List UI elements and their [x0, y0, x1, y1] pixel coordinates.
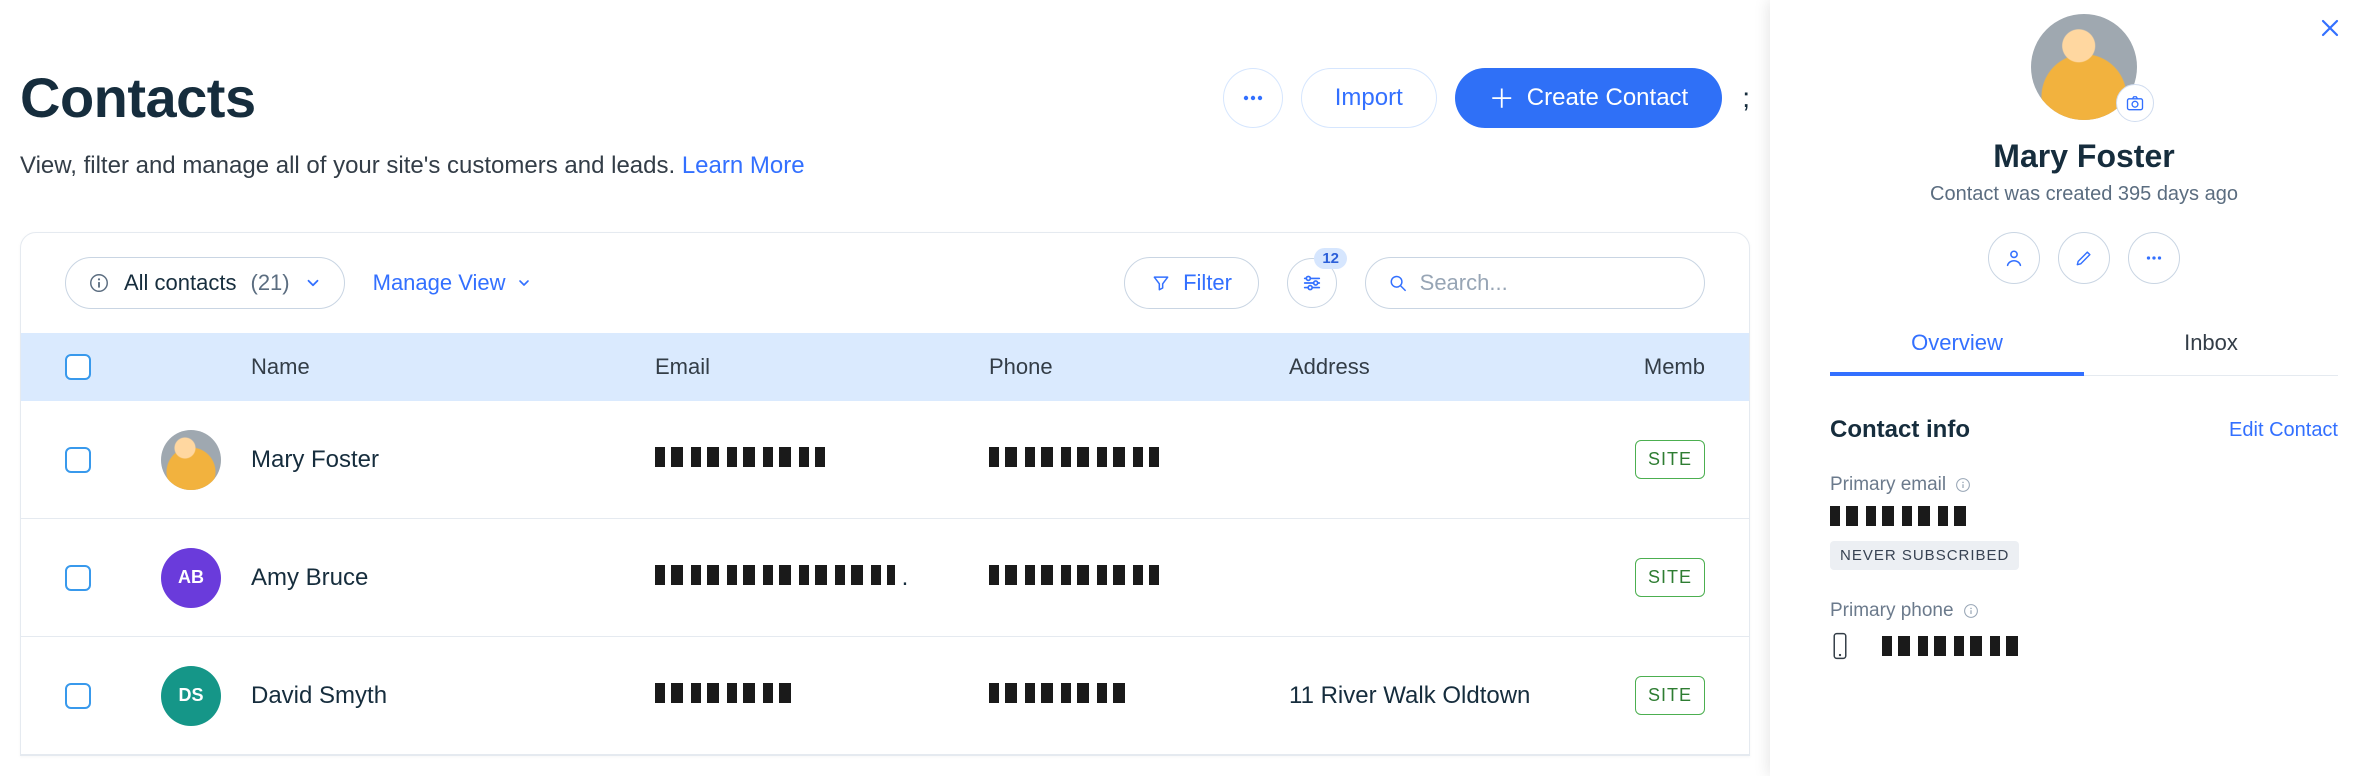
view-selector-label: All contacts — [124, 270, 237, 296]
create-contact-label: Create Contact — [1527, 84, 1688, 112]
person-icon — [2003, 247, 2025, 269]
row-checkbox[interactable] — [65, 683, 91, 709]
member-badge: SITE — [1635, 676, 1705, 715]
contact-address: 11 River Walk Oldtown — [1289, 682, 1619, 710]
primary-phone-label: Primary phone — [1830, 600, 2338, 622]
column-email[interactable]: Email — [655, 354, 989, 380]
search-box[interactable] — [1365, 257, 1705, 309]
panel-created-text: Contact was created 395 days ago — [1830, 183, 2338, 206]
panel-action-more[interactable] — [2128, 232, 2180, 284]
column-count-badge: 12 — [1314, 248, 1347, 269]
avatar: DS — [161, 666, 221, 726]
column-address[interactable]: Address — [1289, 354, 1619, 380]
row-checkbox[interactable] — [65, 565, 91, 591]
contact-email — [655, 682, 989, 710]
manage-view-link[interactable]: Manage View — [373, 270, 532, 296]
info-icon — [1954, 476, 1972, 494]
section-contact-info-title: Contact info — [1830, 416, 1970, 444]
ellipsis-icon — [1241, 86, 1265, 110]
view-selector[interactable]: All contacts (21) — [65, 257, 345, 309]
chevron-down-icon — [516, 275, 532, 291]
member-badge: SITE — [1635, 440, 1705, 479]
contact-phone — [989, 446, 1289, 474]
camera-icon — [2125, 93, 2145, 113]
chevron-down-icon — [304, 274, 322, 292]
search-icon — [1388, 272, 1408, 294]
funnel-icon — [1151, 273, 1171, 293]
contact-detail-panel: Mary Foster Contact was created 395 days… — [1770, 0, 2368, 776]
plus-icon: ＋ — [1489, 79, 1515, 116]
contact-email — [655, 446, 989, 474]
create-contact-button[interactable]: ＋ Create Contact — [1455, 68, 1722, 128]
info-icon — [1962, 602, 1980, 620]
trailing-glyph: ; — [1742, 82, 1750, 114]
import-button[interactable]: Import — [1301, 68, 1437, 128]
column-name[interactable]: Name — [251, 354, 655, 380]
ellipsis-icon — [2143, 247, 2165, 269]
row-checkbox[interactable] — [65, 447, 91, 473]
primary-email-value — [1830, 506, 2338, 531]
more-actions-button[interactable] — [1223, 68, 1283, 128]
table-row[interactable]: DS David Smyth 11 River Walk Oldtown SIT… — [21, 637, 1749, 755]
page-title: Contacts — [20, 65, 256, 130]
tab-inbox[interactable]: Inbox — [2084, 314, 2338, 375]
panel-action-profile[interactable] — [1988, 232, 2040, 284]
filter-button[interactable]: Filter — [1124, 257, 1259, 309]
sliders-icon — [1301, 272, 1323, 294]
select-all-checkbox[interactable] — [65, 354, 91, 380]
member-badge: SITE — [1635, 558, 1705, 597]
pencil-icon — [2074, 248, 2094, 268]
avatar — [161, 430, 221, 490]
change-photo-button[interactable] — [2116, 84, 2154, 122]
contact-name: David Smyth — [251, 682, 655, 710]
primary-email-label: Primary email — [1830, 474, 2338, 496]
column-phone[interactable]: Phone — [989, 354, 1289, 380]
contact-name: Amy Bruce — [251, 564, 655, 592]
primary-phone-value — [1882, 636, 2022, 656]
contact-email: . — [655, 564, 989, 592]
table-row[interactable]: AB Amy Bruce . SITE — [21, 519, 1749, 637]
view-selector-count: (21) — [251, 270, 290, 296]
page-subtitle: View, filter and manage all of your site… — [20, 152, 1750, 180]
phone-icon — [1830, 632, 1850, 660]
avatar: AB — [161, 548, 221, 608]
info-icon — [88, 272, 110, 294]
tab-overview[interactable]: Overview — [1830, 314, 2084, 376]
contact-phone — [989, 682, 1289, 710]
edit-contact-link[interactable]: Edit Contact — [2229, 419, 2338, 442]
panel-contact-name: Mary Foster — [1830, 138, 2338, 175]
table-row[interactable]: Mary Foster SITE — [21, 401, 1749, 519]
column-member[interactable]: Memb — [1619, 354, 1705, 380]
contact-name: Mary Foster — [251, 446, 655, 474]
contact-phone — [989, 564, 1289, 592]
panel-action-edit[interactable] — [2058, 232, 2110, 284]
learn-more-link[interactable]: Learn More — [682, 152, 805, 179]
search-input[interactable] — [1420, 270, 1682, 296]
table-header: Name Email Phone Address Memb — [21, 333, 1749, 401]
subscription-status-badge: NEVER SUBSCRIBED — [1830, 541, 2019, 570]
